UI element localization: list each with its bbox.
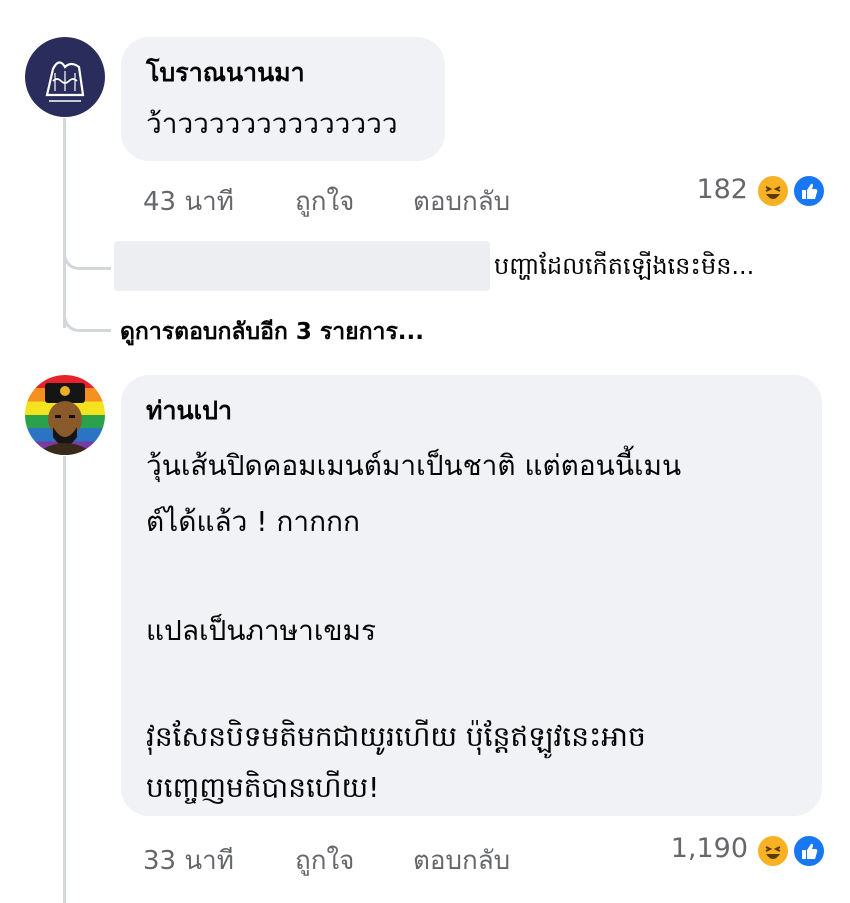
reply-author-blurred [114, 241, 490, 291]
thread-branch-1 [63, 228, 111, 270]
avatar[interactable] [25, 375, 105, 455]
reply-preview-text[interactable]: បញ្ហាដែលកើតឡើងនេះមិន... [494, 251, 754, 286]
view-more-replies[interactable]: ดูการตอบกลับอีก 3 รายการ... [120, 314, 424, 350]
like-button[interactable]: ถูกใจ [295, 840, 354, 881]
comment-author[interactable]: ท่านเปา [146, 395, 232, 427]
comment-bubble: โบราณนานมา ว้าวววววววววววววว [121, 37, 445, 161]
like-button[interactable]: ถูกใจ [295, 181, 354, 222]
thread-branch-2 [63, 290, 111, 332]
comment-bubble: ท่านเปา วุ้นเส้นปิดคอมเมนต์มาเป็นชาติ แต… [121, 375, 822, 816]
comment-author[interactable]: โบราณนานมา [146, 57, 305, 89]
comment-time[interactable]: 33 นาที [143, 840, 234, 881]
reply-button[interactable]: ตอบกลับ [413, 840, 510, 881]
comment-text-line: วุ้นเส้นปิดคอมเมนต์มาเป็นชาติ แต่ตอนนี้เ… [146, 449, 682, 482]
haha-emoji-icon[interactable] [756, 834, 790, 868]
comment-time[interactable]: 43 นาที [143, 181, 234, 222]
like-thumb-icon[interactable] [792, 834, 826, 868]
reaction-count[interactable]: 182 [696, 174, 748, 205]
thread-line-second [63, 456, 66, 903]
logo-icon [45, 61, 85, 102]
avatar[interactable] [25, 37, 105, 117]
reaction-count[interactable]: 1,190 [671, 833, 748, 864]
comment-text-line: វុនសែនបិទមតិមកជាយូរហើយ ប៉ុន្តែឥឡូវនេះអាច [146, 720, 646, 753]
reply-button[interactable]: ตอบกลับ [413, 181, 510, 222]
comment-text-line: แปลเป็นภาษาเขมร [146, 614, 377, 647]
comment-text-line: បញ្ចេញមតិបានហើយ! [146, 771, 380, 804]
portrait-icon [43, 383, 87, 455]
comment-text: ว้าวววววววววววววว [146, 107, 398, 140]
haha-emoji-icon[interactable] [756, 174, 790, 208]
comment-text-line: ต์ได้แล้ว ! กากกก [146, 505, 360, 538]
like-thumb-icon[interactable] [792, 174, 826, 208]
